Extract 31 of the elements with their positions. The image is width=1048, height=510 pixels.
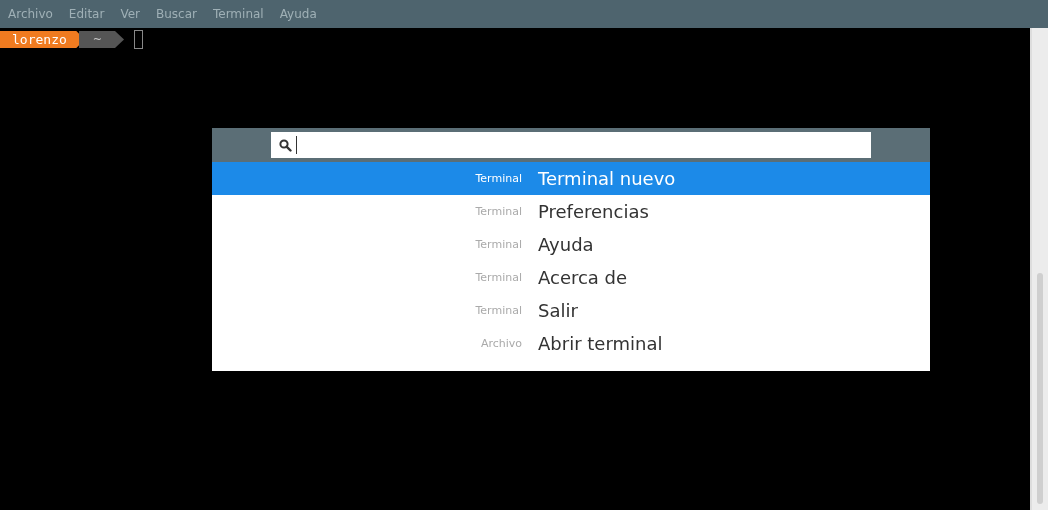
menu-item[interactable]: Ver — [120, 7, 140, 21]
result-item[interactable]: Terminal Salir — [212, 294, 930, 327]
result-item[interactable]: Terminal Ayuda — [212, 228, 930, 261]
result-category: Terminal — [474, 238, 523, 251]
result-category: Terminal — [474, 304, 523, 317]
result-label: Acerca de — [538, 267, 628, 288]
result-category: Terminal — [474, 271, 523, 284]
result-category: Terminal — [474, 205, 523, 218]
menu-item[interactable]: Archivo — [8, 7, 53, 21]
result-label: Ayuda — [538, 234, 594, 255]
result-label: Abrir terminal — [538, 333, 663, 354]
result-category: Terminal — [474, 172, 523, 185]
result-item[interactable]: Terminal Acerca de — [212, 261, 930, 294]
result-label: Terminal nuevo — [538, 168, 676, 189]
result-item[interactable]: Terminal Preferencias — [212, 195, 930, 228]
text-cursor — [134, 30, 143, 49]
menu-item[interactable]: Buscar — [156, 7, 197, 21]
menu-item[interactable]: Terminal — [212, 7, 264, 21]
search-field[interactable] — [271, 132, 871, 158]
search-icon — [279, 138, 292, 152]
scrollbar[interactable] — [1030, 28, 1048, 510]
result-item[interactable]: Archivo Abrir terminal — [212, 327, 930, 360]
text-cursor — [296, 136, 297, 154]
prompt-directory: ~ — [78, 31, 124, 48]
scrollbar-thumb[interactable] — [1037, 273, 1043, 504]
menu-item[interactable]: Ayuda — [279, 7, 317, 21]
menu-item[interactable]: Editar — [68, 7, 105, 21]
result-item[interactable]: Terminal Terminal nuevo — [212, 162, 930, 195]
result-category: Archivo — [479, 337, 523, 350]
result-label: Preferencias — [538, 201, 649, 222]
result-label: Salir — [538, 300, 578, 321]
